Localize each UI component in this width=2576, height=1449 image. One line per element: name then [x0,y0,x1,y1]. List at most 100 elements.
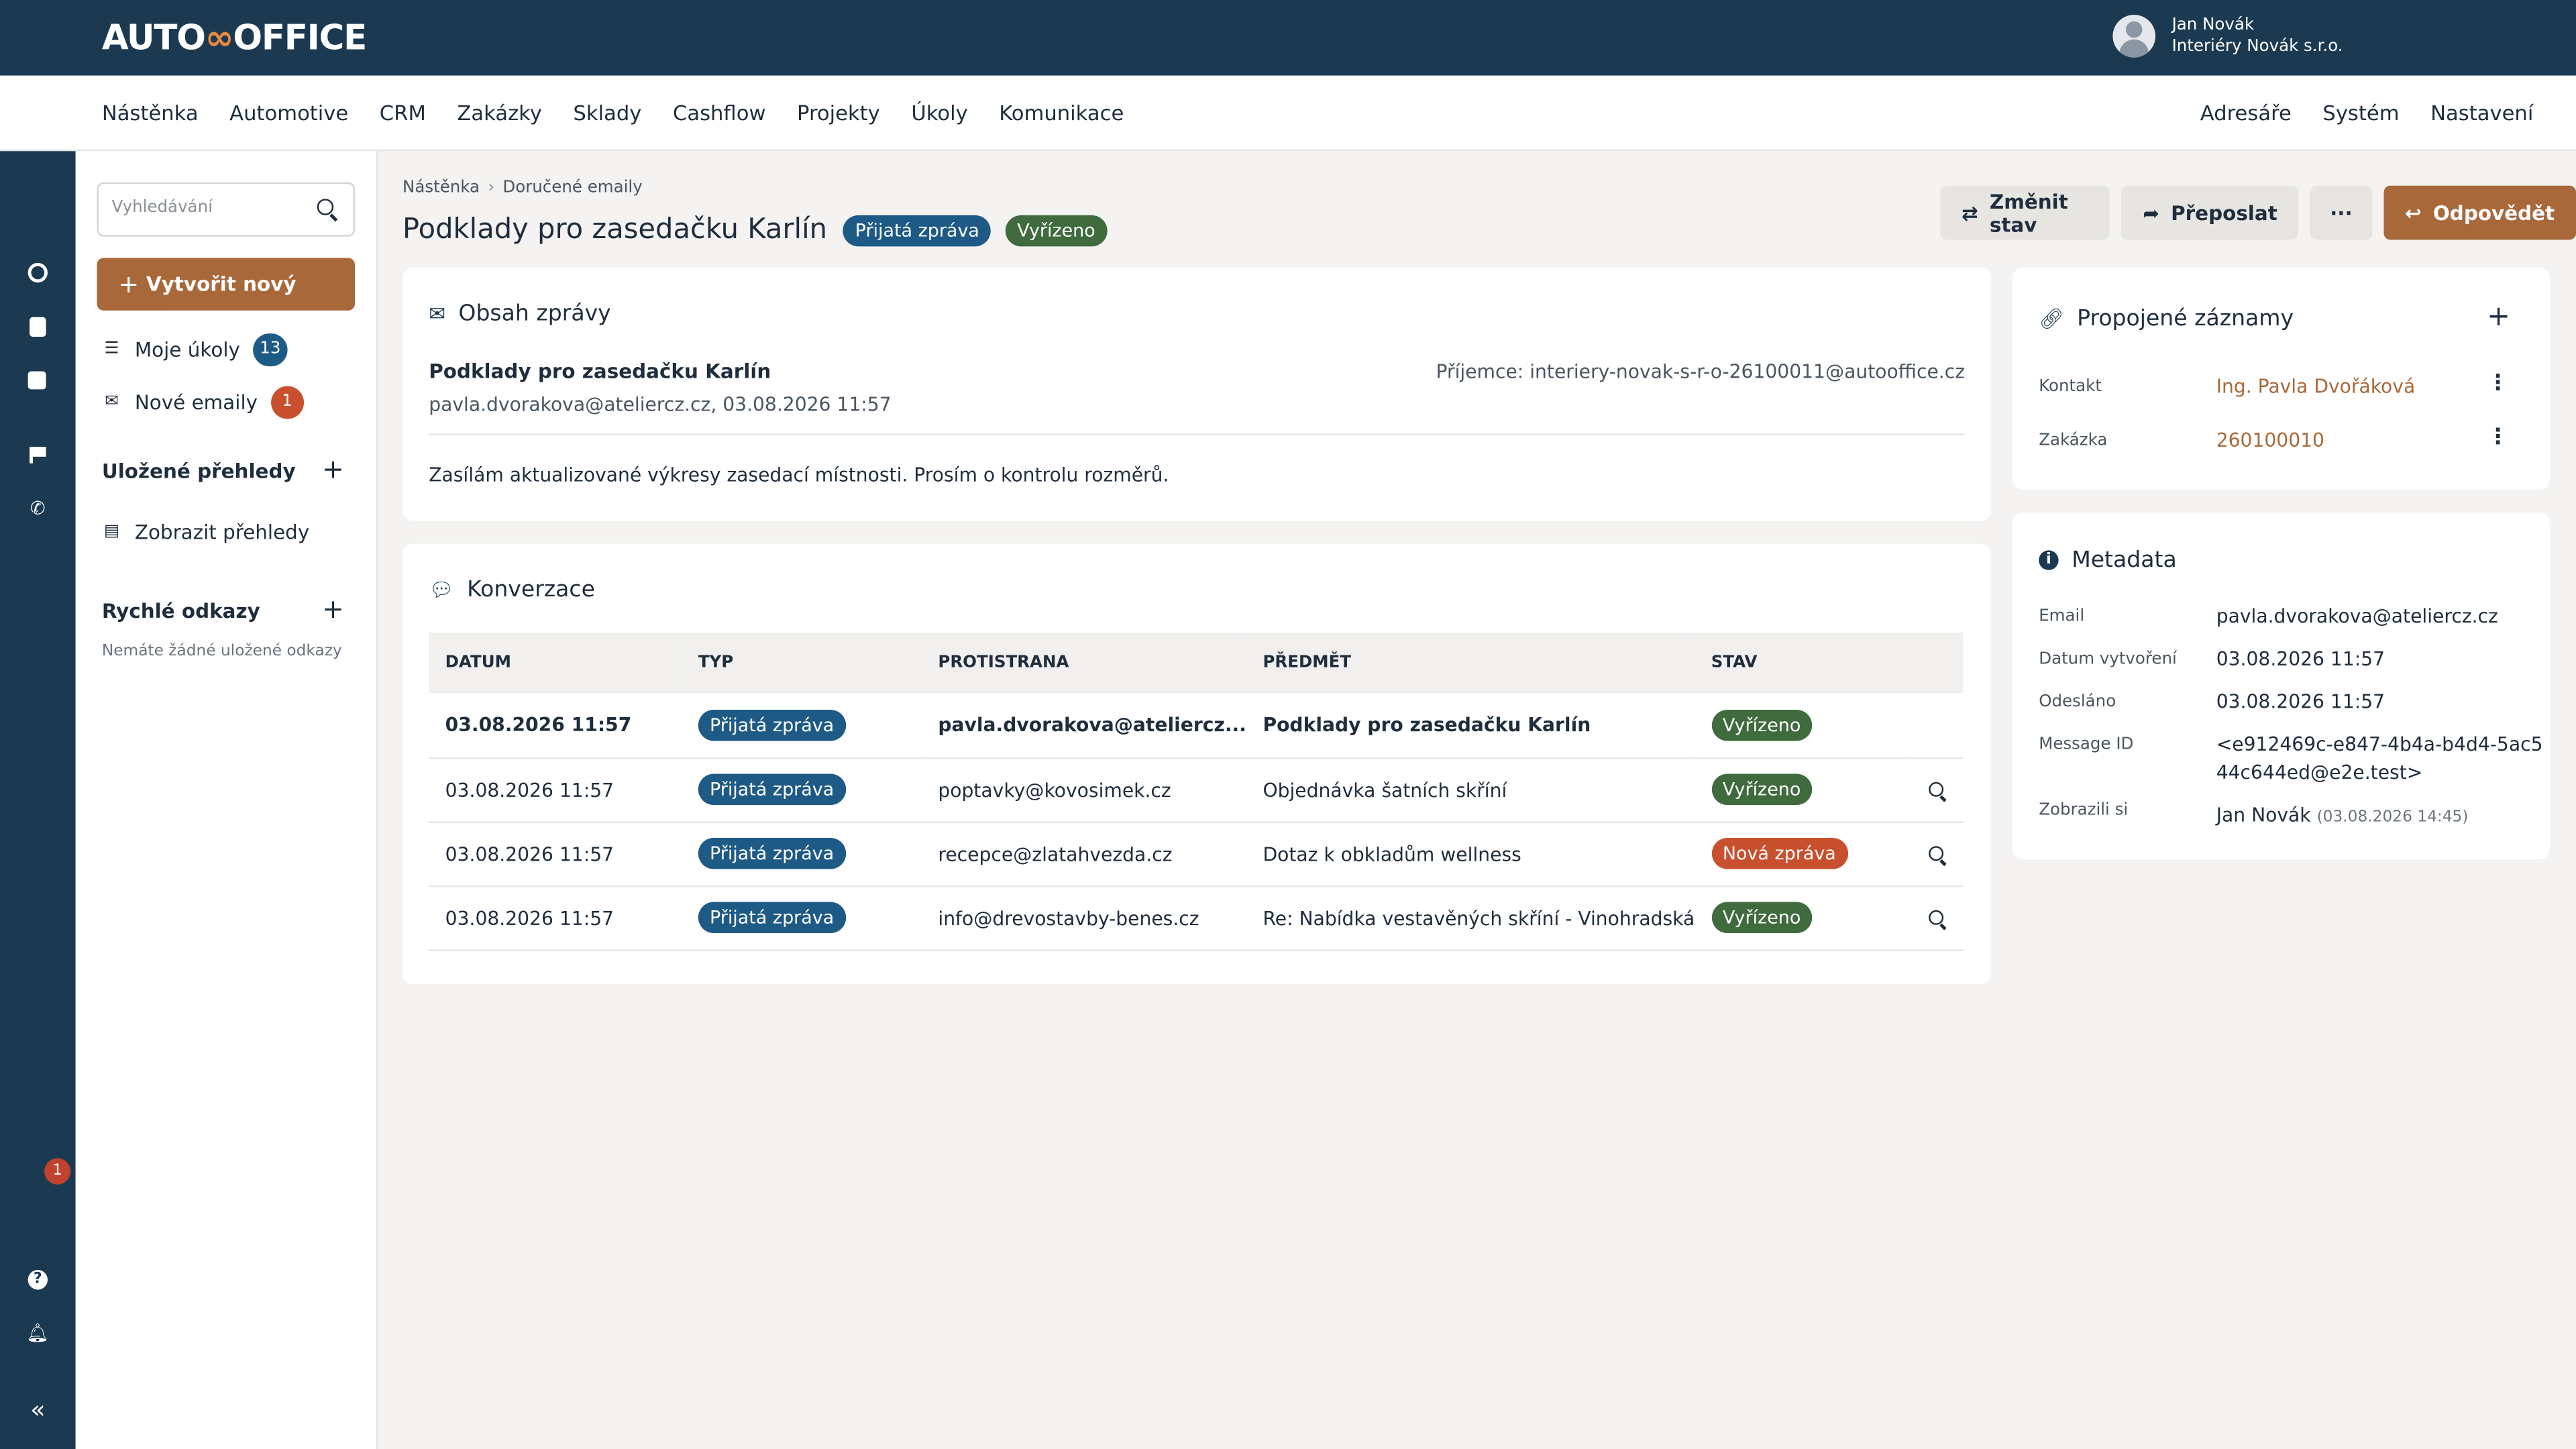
cell-subject: Re: Nabídka vestavěných skříní - Vinohra… [1246,885,1695,951]
nav-item-automotive[interactable]: Automotive [229,100,348,125]
add-saved-view-icon[interactable]: + [322,453,344,485]
table-row[interactable]: 03.08.2026 11:57 Přijatá zpráva recepce@… [429,821,1964,887]
sent-value: 03.08.2026 11:57 [2216,690,2385,713]
column-header-type[interactable]: TYP [682,633,922,694]
cell-actions [1908,885,1964,951]
sidebar-item-label: Zobrazit přehledy [134,521,310,544]
column-header-date[interactable]: DATUM [429,633,682,694]
breadcrumb-item-inbox[interactable]: Doručené emaily [502,179,642,197]
calendar-icon[interactable] [28,371,46,390]
search-icon[interactable] [1928,909,1943,924]
cell-type: Přijatá zpráva [682,821,922,887]
metadata-card: i Metadata Email pavla.dvorakova@atelier… [2012,513,2550,859]
change-status-button[interactable]: ⇄ Změnit stav [1940,185,2110,240]
collapse-icon[interactable]: « [26,1397,49,1422]
cell-party: info@drevostavby-benes.cz [921,885,1246,951]
main-nav: Nástěnka Automotive CRM Zakázky Sklady C… [0,75,2576,152]
status-badge: Vyřízeno [1006,214,1107,246]
nav-item-orders[interactable]: Zakázky [457,100,542,125]
nav-item-directories[interactable]: Adresáře [2200,100,2292,125]
create-new-button[interactable]: + Vytvořit nový [97,258,355,311]
forward-label: Přeposlat [2171,201,2277,225]
nav-item-warehouses[interactable]: Sklady [573,100,641,125]
message-card-title: ✉ Obsah zprávy [429,301,611,327]
kebab-menu-icon[interactable]: ⋮ [2487,371,2509,396]
order-link[interactable]: 260100010 [2216,429,2324,451]
cell-party: poptavky@kovosimek.cz [921,757,1246,822]
cell-status: Vyřízeno [1695,885,1909,951]
viewed-value: Jan Novák (03.08.2026 14:45) [2216,804,2469,826]
calculator-icon[interactable] [30,317,46,337]
breadcrumb-separator-icon: › [488,178,495,197]
saved-views-heading: Uložené přehledy [101,460,296,484]
sidebar-item-new-emails[interactable]: ✉ Nové emaily 1 [102,386,304,419]
phone-icon[interactable]: ✆ [26,498,49,521]
icon-rail: ✆ ? 🔔︎ 1 « [0,151,76,1449]
add-link-icon[interactable]: + [2487,301,2510,333]
reply-button[interactable]: ↩ Odpovědět [2383,185,2576,240]
user-menu[interactable]: Jan Novák Interiéry Novák s.r.o. [2112,15,2343,58]
nav-item-crm[interactable]: CRM [380,100,426,125]
search-icon[interactable] [1928,781,1943,796]
search-icon[interactable] [1928,845,1943,861]
nav-item-tasks[interactable]: Úkoly [911,100,967,125]
type-badge: Přijatá zpráva [843,214,991,246]
logo[interactable]: AUTO∞OFFICE [102,17,367,58]
bell-icon[interactable]: 🔔︎ [26,1322,49,1345]
type-badge: Přijatá zpráva [698,773,846,806]
share-icon: ➦ [2143,201,2159,225]
cell-subject: Objednávka šatních skříní [1246,757,1695,822]
column-header-subject[interactable]: PŘEDMĚT [1246,633,1695,694]
ellipsis-icon: ··· [2330,201,2353,225]
contact-link[interactable]: Ing. Pavla Dvořáková [2216,374,2416,397]
breadcrumb-item-dashboard[interactable]: Nástěnka [402,179,480,197]
user-company: Interiéry Novák s.r.o. [2171,38,2343,56]
cell-subject: Podklady pro zasedačku Karlín [1246,693,1695,759]
table-row[interactable]: 03.08.2026 11:57 Přijatá zpráva pavla.dv… [429,693,1964,759]
no-links-note: Nemáte žádné uložené odkazy [101,642,342,661]
sidebar-item-show-views[interactable]: ▤ Zobrazit přehledy [102,521,309,543]
table-row[interactable]: 03.08.2026 11:57 Přijatá zpráva poptavky… [429,757,1964,822]
logo-accent: ∞ [205,17,234,58]
table-row[interactable]: 03.08.2026 11:57 Přijatá zpráva info@dre… [429,885,1964,951]
column-header-party[interactable]: PROTISTRANA [922,633,1246,694]
forward-button[interactable]: ➦ Přeposlat [2121,185,2299,240]
order-label: Zakázka [2039,432,2108,451]
page-title: Podklady pro zasedačku Karlín Přijatá zp… [402,213,1107,246]
flag-icon[interactable] [30,447,46,464]
more-button[interactable]: ··· [2310,185,2373,240]
message-body: Zasílám aktualizované výkresy zasedací m… [429,463,1169,486]
nav-item-cashflow[interactable]: Cashflow [673,100,766,125]
nav-item-dashboard[interactable]: Nástěnka [102,100,199,125]
clock-icon[interactable] [28,262,48,283]
viewed-label: Zobrazili si [2039,802,2129,820]
cell-type: Přijatá zpráva [682,757,922,822]
status-badge: Vyřízeno [1711,709,1813,741]
sidebar-item-my-tasks[interactable]: ☰ Moje úkoly 13 [102,333,288,367]
nav-item-system[interactable]: Systém [2322,100,2399,125]
cell-actions [1908,757,1964,822]
top-bar: AUTO∞OFFICE Jan Novák Interiéry Novák s.… [0,0,2576,76]
reply-label: Odpovědět [2432,201,2555,225]
nav-item-settings[interactable]: Nastavení [2430,100,2533,125]
breadcrumb: Nástěnka › Doručené emaily [402,179,643,197]
nav-item-communication[interactable]: Komunikace [999,100,1124,125]
search-input[interactable] [111,199,301,217]
nav-item-projects[interactable]: Projekty [797,100,880,125]
conversation-card-title: 💬︎ Konverzace [429,577,595,603]
cell-status: Nová zpráva [1695,821,1909,887]
page-title-text: Podklady pro zasedačku Karlín [402,213,828,247]
metadata-title: i Metadata [2039,547,2177,574]
avatar[interactable] [2112,15,2156,58]
kebab-menu-icon[interactable]: ⋮ [2487,425,2509,450]
help-icon[interactable]: ? [28,1270,48,1290]
table-icon: ▤ [103,522,120,541]
column-header-status[interactable]: STAV [1695,633,1908,694]
user-info: Jan Novák Interiéry Novák s.r.o. [2172,15,2343,58]
search-icon[interactable] [317,199,334,215]
status-badge: Nová zpráva [1711,837,1847,869]
column-header-actions [1909,633,1964,694]
message-subject: Podklady pro zasedačku Karlín [429,360,771,383]
cell-type: Přijatá zpráva [682,693,922,759]
add-quick-link-icon[interactable]: + [322,593,344,625]
